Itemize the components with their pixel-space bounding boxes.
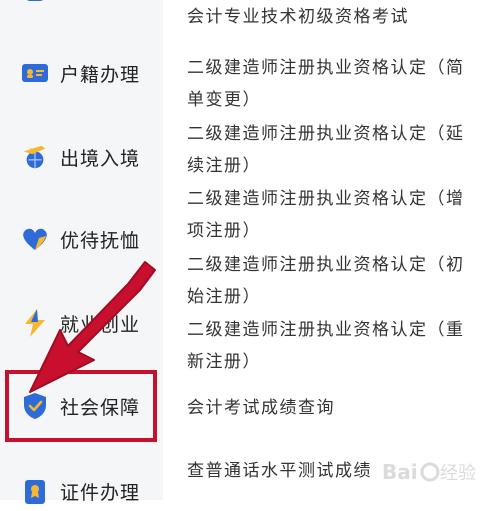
sidebar-item-label: 就业创业 bbox=[60, 313, 141, 336]
sidebar-item-certificates[interactable]: 证件办理 bbox=[0, 471, 163, 511]
sidebar-item-label: 优待抚恤 bbox=[60, 229, 141, 252]
sidebar-item-exit-entry[interactable]: 出境入境 bbox=[0, 137, 163, 177]
list-item[interactable]: 会计考试成绩查询 bbox=[187, 392, 467, 424]
lightning-icon bbox=[21, 309, 49, 337]
sidebar-item-employment[interactable]: 就业创业 bbox=[0, 303, 163, 343]
sidebar-item-hukou[interactable]: 户籍办理 bbox=[0, 53, 163, 93]
id-card-icon bbox=[21, 59, 49, 87]
service-list: 会计专业技术初级资格考试 二级建造师注册执业资格认定（简单变更） 二级建造师注册… bbox=[163, 0, 500, 500]
list-item[interactable]: 查普通话水平测试成绩 bbox=[187, 455, 467, 487]
sidebar-item-label: 证件办理 bbox=[60, 481, 141, 504]
sidebar-item-label: 户籍办理 bbox=[60, 63, 141, 86]
list-item[interactable]: 二级建造师注册执业资格认定（简单变更） bbox=[187, 52, 467, 116]
sidebar-item-top[interactable] bbox=[0, 0, 163, 12]
list-item[interactable]: 二级建造师注册执业资格认定（增项注册） bbox=[187, 183, 467, 247]
list-item[interactable]: 会计专业技术初级资格考试 bbox=[187, 1, 467, 33]
certificate-icon bbox=[21, 477, 49, 505]
list-item[interactable]: 二级建造师注册执业资格认定（初始注册） bbox=[187, 249, 467, 313]
category-sidebar: 户籍办理 出境入境 优待抚恤 就业创业 社会保障 证件办理 bbox=[0, 0, 163, 504]
annotation-highlight-box bbox=[5, 370, 157, 442]
sidebar-item-label: 出境入境 bbox=[60, 147, 141, 170]
globe-plane-icon bbox=[21, 143, 49, 171]
list-item[interactable]: 二级建造师注册执业资格认定（延续注册） bbox=[187, 118, 467, 182]
category-icon bbox=[21, 0, 49, 6]
heart-icon bbox=[21, 225, 49, 253]
sidebar-item-preferential[interactable]: 优待抚恤 bbox=[0, 219, 163, 259]
list-item[interactable]: 二级建造师注册执业资格认定（重新注册） bbox=[187, 314, 467, 378]
